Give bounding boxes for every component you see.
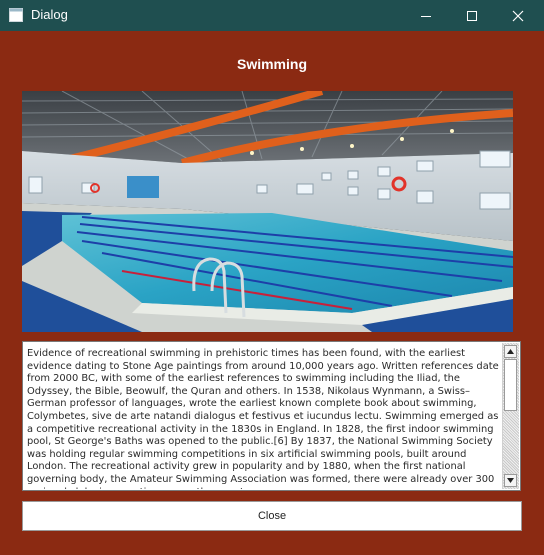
scroll-up-arrow-icon (507, 349, 514, 354)
vertical-scrollbar[interactable] (502, 343, 519, 489)
scroll-up-button[interactable] (504, 345, 517, 358)
dialog-heading: Swimming (236, 56, 307, 72)
app-window-icon (9, 8, 23, 22)
swimming-pool-image (22, 91, 513, 332)
description-textbox[interactable]: Evidence of recreational swimming in pre… (22, 341, 521, 491)
scroll-thumb[interactable] (504, 359, 517, 411)
description-text: Evidence of recreational swimming in pre… (27, 348, 499, 489)
scroll-down-arrow-icon (507, 478, 514, 483)
title-bar[interactable]: Dialog (0, 0, 544, 31)
window-title: Dialog (31, 7, 68, 22)
minimize-button[interactable] (403, 0, 449, 31)
scroll-down-button[interactable] (504, 474, 517, 487)
maximize-icon (467, 10, 477, 21)
close-icon (512, 10, 524, 21)
minimize-icon (421, 15, 431, 17)
close-button[interactable]: Close (22, 501, 522, 531)
maximize-button[interactable] (449, 0, 495, 31)
close-window-button[interactable] (495, 0, 541, 31)
